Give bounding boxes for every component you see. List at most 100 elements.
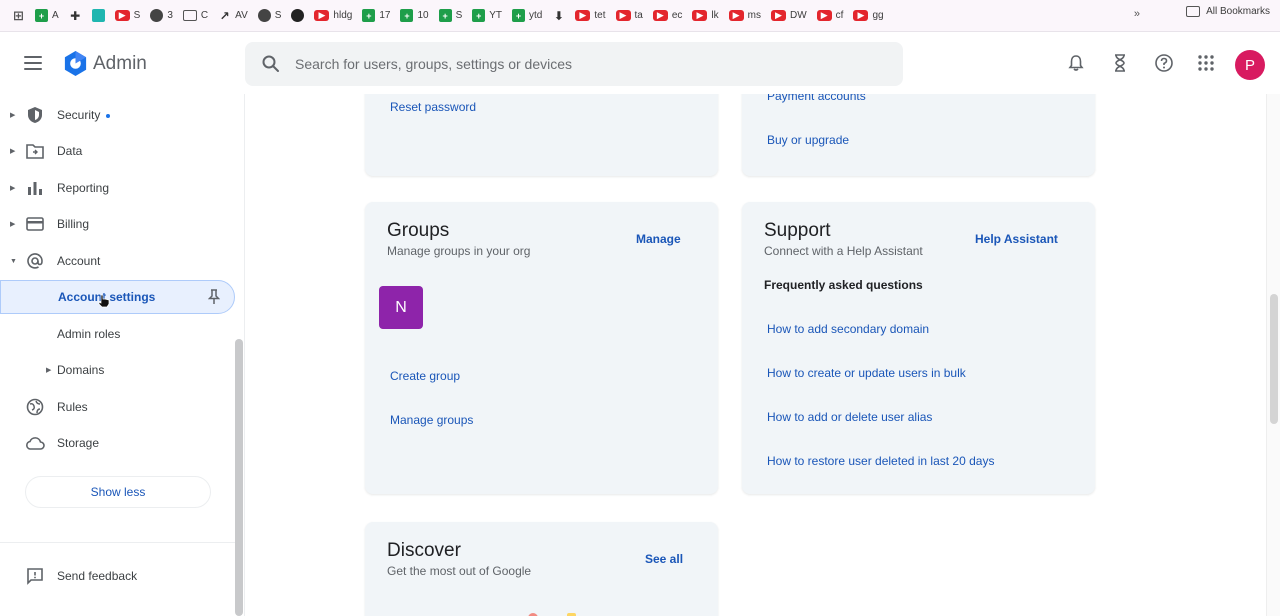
sidebar-item-admin-roles[interactable]: Admin roles [0, 317, 235, 351]
search-bar[interactable] [245, 42, 903, 86]
data-folder-icon [25, 141, 45, 161]
sidebar-scrollbar[interactable] [235, 339, 243, 616]
globe-icon [257, 9, 271, 22]
sidebar-item-account[interactable]: ▼ Account [0, 244, 235, 278]
sidebar-item-label: Rules [57, 400, 88, 414]
youtube-icon: ▶ [314, 10, 330, 21]
sidebar-item-security[interactable]: ▶ Security [0, 98, 235, 132]
show-less-button[interactable]: Show less [25, 476, 211, 508]
admin-logo-icon [64, 50, 87, 77]
sidebar: ▶ Security ▶ Data ▶ Reporting ▶ Billing … [0, 94, 245, 616]
buy-or-upgrade-link[interactable]: Buy or upgrade [767, 133, 849, 147]
all-bookmarks-button[interactable]: All Bookmarks [1186, 6, 1270, 17]
youtube-icon: ▶ [615, 10, 631, 21]
new-indicator-dot [106, 113, 111, 118]
hourglass-tasks-icon[interactable] [1109, 52, 1131, 74]
github-icon [291, 9, 305, 22]
manage-groups-button[interactable]: Manage [636, 232, 681, 246]
bookmark-item[interactable]: + S [438, 6, 462, 26]
faq-link[interactable]: How to create or update users in bulk [767, 366, 966, 380]
sidebar-item-label: Billing [57, 217, 90, 231]
bookmark-item[interactable]: S [257, 6, 281, 26]
reset-password-link[interactable]: Reset password [390, 100, 476, 114]
search-input[interactable] [295, 52, 855, 76]
bookmark-item[interactable]: ↗ AV [218, 6, 248, 26]
folder-icon [182, 10, 197, 21]
main-content: Reset password Payment accounts Buy or u… [245, 94, 1280, 616]
sidebar-item-data[interactable]: ▶ Data [0, 134, 235, 168]
sidebar-item-storage[interactable]: Storage [0, 426, 235, 460]
youtube-icon: ▶ [114, 10, 130, 21]
bookmark-item[interactable]: + ytd [512, 6, 542, 26]
bookmark-item[interactable]: ▶ ms [728, 6, 761, 26]
youtube-icon: ▶ [816, 10, 832, 21]
bookmark-item[interactable]: ▶ S [114, 6, 140, 26]
sidebar-item-reporting[interactable]: ▶ Reporting [0, 171, 235, 205]
trend-icon: ↗ [219, 8, 230, 23]
create-group-link[interactable]: Create group [390, 369, 460, 383]
sheets-icon: + [35, 9, 48, 22]
feedback-icon [25, 566, 45, 586]
billing-card: Payment accounts Buy or upgrade [742, 94, 1095, 176]
bookmark-item[interactable]: ▶ DW [770, 6, 807, 26]
send-feedback-button[interactable]: Send feedback [0, 559, 235, 593]
groups-card-title: Groups [387, 220, 450, 241]
credit-card-icon [25, 214, 45, 234]
bookmark-item[interactable]: ▶ tet [575, 6, 606, 26]
bookmark-item[interactable]: + A [35, 6, 59, 26]
faq-link[interactable]: How to restore user deleted in last 20 d… [767, 454, 994, 468]
bookmark-item[interactable] [91, 6, 105, 26]
sidebar-item-billing[interactable]: ▶ Billing [0, 207, 235, 241]
sheets-icon: + [472, 9, 486, 22]
more-bookmarks-button[interactable]: » [1134, 8, 1140, 20]
sidebar-item-domains[interactable]: ▶ Domains [0, 353, 235, 387]
bookmark-item[interactable]: ▶ lk [692, 6, 719, 26]
faq-link[interactable]: How to add secondary domain [767, 322, 929, 336]
payment-accounts-link[interactable]: Payment accounts [767, 94, 866, 103]
sidebar-item-account-settings[interactable]: Account settings [0, 280, 235, 314]
bookmark-item[interactable]: ▶ ta [615, 6, 643, 26]
mouse-cursor-icon [98, 294, 110, 308]
caret-right-icon: ▶ [10, 148, 16, 155]
bookmark-item[interactable]: +10 [400, 6, 429, 26]
bookmark-item[interactable]: C [182, 6, 208, 26]
caret-down-icon: ▼ [10, 257, 17, 265]
notifications-bell-icon[interactable] [1065, 52, 1087, 74]
faq-link[interactable]: How to add or delete user alias [767, 410, 932, 424]
manage-groups-link[interactable]: Manage groups [390, 413, 473, 427]
bookmark-item[interactable]: +17 [362, 6, 390, 26]
sidebar-item-rules[interactable]: Rules [0, 390, 235, 424]
help-assistant-button[interactable]: Help Assistant [975, 232, 1058, 246]
bookmark-item[interactable]: ▶ gg [853, 6, 884, 26]
extension-icon: ✚ [70, 8, 81, 23]
caret-right-icon: ▶ [10, 221, 16, 228]
account-avatar[interactable]: P [1235, 50, 1265, 80]
caret-right-icon: ▶ [46, 367, 52, 374]
support-card: Support Connect with a Help Assistant He… [742, 202, 1095, 494]
rules-globe-icon [25, 397, 45, 417]
bookmark-item[interactable] [291, 6, 305, 26]
sidebar-item-label: Data [57, 144, 83, 158]
discover-card: Discover Get the most out of Google See … [365, 522, 718, 616]
bookmark-item[interactable]: + YT [472, 6, 502, 26]
scrollbar-thumb[interactable] [1270, 294, 1278, 424]
circle-icon [150, 9, 164, 22]
bookmark-item[interactable]: ▶ cf [816, 6, 843, 26]
sidebar-item-label: Domains [57, 363, 105, 377]
bookmark-item[interactable]: 3 [150, 6, 173, 26]
caret-right-icon: ▶ [10, 112, 16, 119]
main-menu-icon[interactable] [24, 56, 42, 70]
google-apps-icon[interactable] [1195, 52, 1217, 74]
bookmark-item[interactable]: ✚ [69, 6, 82, 26]
pin-icon[interactable] [207, 289, 221, 308]
groups-card-subtitle: Manage groups in your org [387, 244, 531, 258]
help-icon[interactable] [1153, 52, 1175, 74]
bookmark-item[interactable]: ⬇ [552, 6, 565, 26]
see-all-button[interactable]: See all [645, 552, 683, 566]
bookmark-item[interactable]: ▶ ec [652, 6, 682, 26]
apps-grid-icon[interactable]: ⊞ [12, 6, 25, 26]
sidebar-divider [0, 542, 235, 543]
bookmark-item[interactable]: ▶ hldg [314, 6, 352, 26]
main-scrollbar[interactable] [1266, 94, 1280, 616]
group-avatar[interactable]: N [379, 286, 423, 329]
